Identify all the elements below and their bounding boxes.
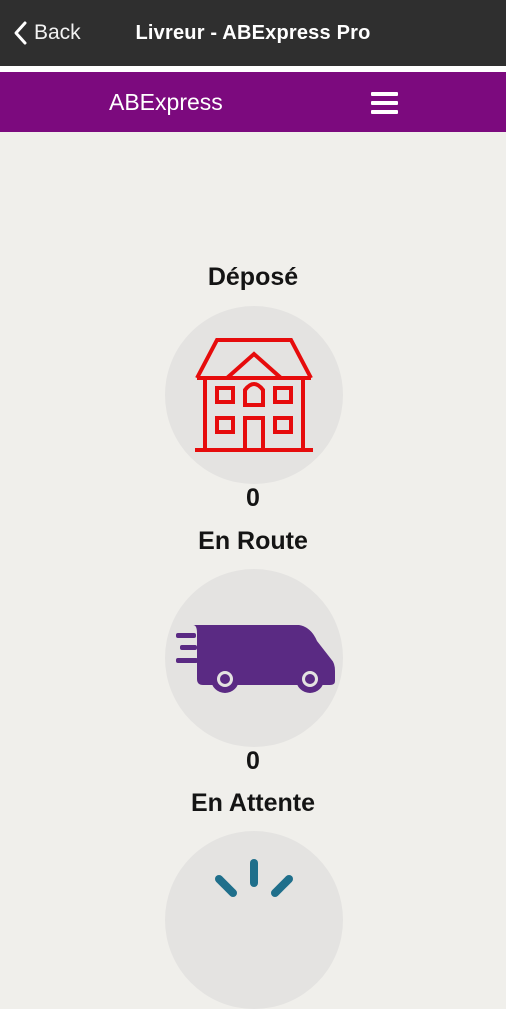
brand-name: ABExpress xyxy=(109,88,223,115)
status-label-en-attente: En Attente xyxy=(190,789,316,817)
app-bar: ABExpress xyxy=(0,72,506,132)
hamburger-menu-icon[interactable] xyxy=(370,92,400,114)
status-count-en-route: 0 xyxy=(246,747,260,775)
loading-spinner-icon xyxy=(215,859,293,897)
page-title: Livreur - ABExpress Pro xyxy=(135,21,371,44)
status-button-en-attente[interactable] xyxy=(165,831,343,1009)
house-icon xyxy=(195,338,313,452)
top-navigation-bar: Back Livreur - ABExpress Pro xyxy=(0,0,506,66)
delivery-van-icon xyxy=(176,625,335,693)
status-button-en-route[interactable] xyxy=(165,569,343,747)
status-label-en-route: En Route xyxy=(198,527,308,555)
status-count-depose: 0 xyxy=(246,484,260,512)
status-button-depose[interactable] xyxy=(165,306,343,484)
status-label-depose: Déposé xyxy=(207,263,299,291)
